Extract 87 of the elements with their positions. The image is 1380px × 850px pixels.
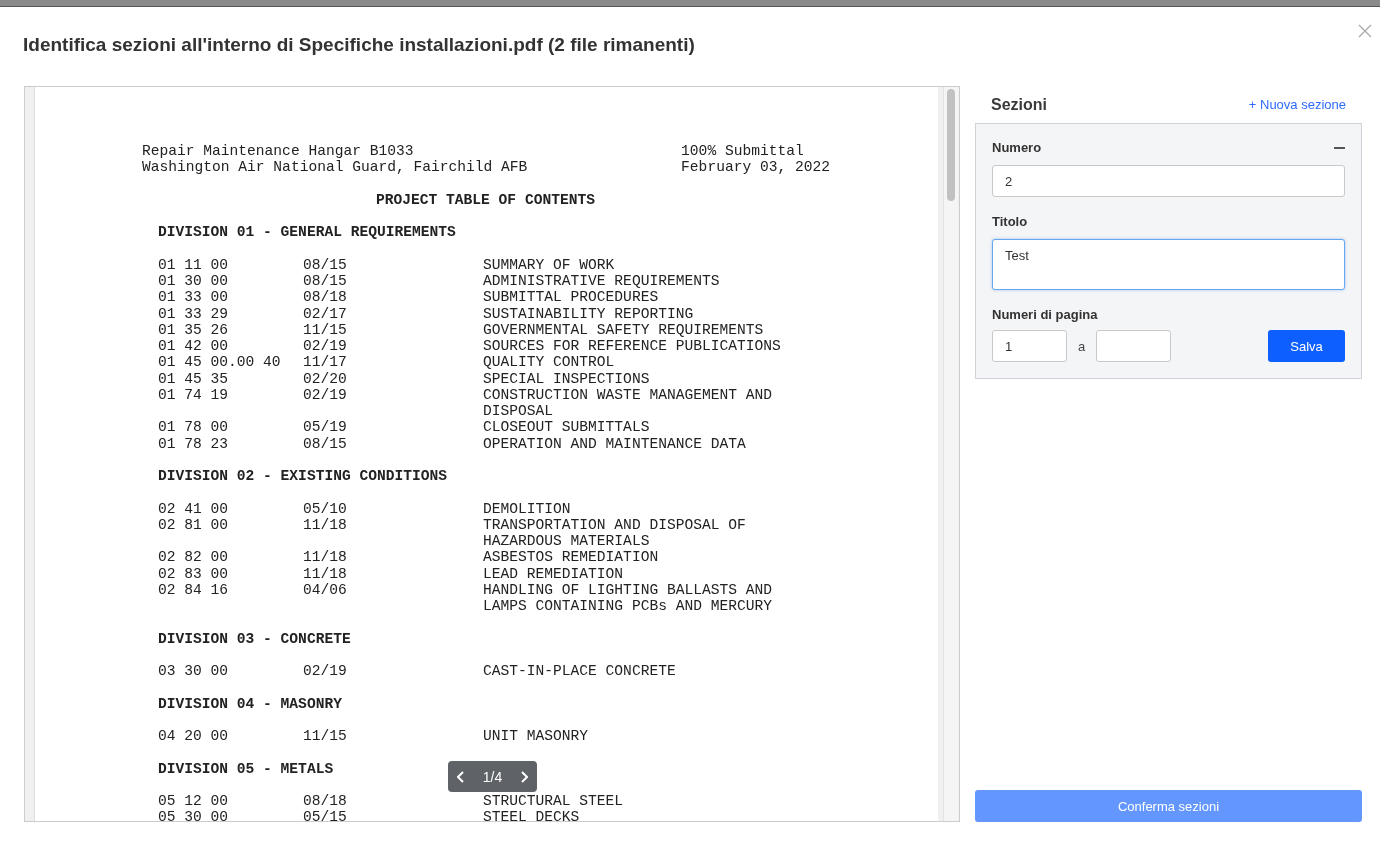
section-date: 08/15: [303, 256, 347, 273]
section-code: 01 45 35: [158, 370, 229, 387]
section-code: 01 74 19: [158, 386, 229, 403]
section-code: 03 30 00: [158, 663, 229, 680]
section-title: SUMMARY OF WORK: [483, 256, 616, 273]
save-button[interactable]: Salva: [1268, 330, 1345, 362]
section-date: 11/18: [303, 549, 347, 566]
section-code: 05 12 00: [158, 793, 229, 810]
section-title: OPERATION AND MAINTENANCE DATA: [483, 435, 747, 452]
section-title: CLOSEOUT SUBMITTALS: [483, 419, 651, 436]
section-title: SPECIAL INSPECTIONS: [483, 370, 651, 387]
section-code: 02 41 00: [158, 500, 229, 517]
document-header-text: 100% Submittal: [681, 143, 804, 160]
document-heading: PROJECT TABLE OF CONTENTS: [376, 191, 595, 208]
section-date: 11/18: [303, 516, 347, 533]
section-date: 11/17: [303, 354, 347, 371]
previous-page-icon[interactable]: [457, 770, 465, 783]
collapse-icon[interactable]: [1334, 146, 1345, 149]
section-title: STRUCTURAL STEEL: [483, 793, 625, 810]
page-from-field[interactable]: 1: [992, 330, 1067, 362]
section-title: CONSTRUCTION WASTE MANAGEMENT AND DISPOSAL: [483, 386, 773, 420]
page-to-field[interactable]: [1096, 330, 1172, 362]
section-title: QUALITY CONTROL: [483, 354, 616, 371]
section-code: 02 84 16: [158, 581, 229, 598]
section-code: 01 45 00.00 40: [158, 354, 281, 371]
field-label: Titolo: [992, 214, 1029, 229]
section-date: 08/15: [303, 273, 347, 290]
section-title: LEAD REMEDIATION: [483, 565, 625, 582]
section-code: 01 35 26: [158, 321, 229, 338]
section-title: SUBMITTAL PROCEDURES: [483, 289, 660, 306]
section-date: 02/19: [303, 338, 347, 355]
section-title: STEEL DECKS: [483, 809, 581, 821]
new-section-link[interactable]: + Nuova sezione: [1248, 97, 1346, 112]
section-code: 02 83 00: [158, 565, 229, 582]
section-date: 11/15: [303, 728, 347, 745]
section-date: 05/10: [303, 500, 347, 517]
next-page-icon[interactable]: [520, 770, 528, 783]
section-title: SUSTAINABILITY REPORTING: [483, 305, 695, 322]
section-code: 01 78 00: [158, 419, 229, 436]
division-heading: DIVISION 04 - MASONRY: [158, 695, 342, 712]
section-date: 11/15: [303, 321, 347, 338]
section-date: 05/19: [303, 419, 347, 436]
section-title: ADMINISTRATIVE REQUIREMENTS: [483, 273, 721, 290]
document-header-text: February 03, 2022: [681, 159, 830, 176]
division-heading: DIVISION 05 - METALS: [158, 760, 334, 777]
division-heading: DIVISION 03 - CONCRETE: [158, 630, 351, 647]
section-title: CAST-IN-PLACE CONCRETE: [483, 663, 677, 680]
section-code: 02 81 00: [158, 516, 229, 533]
field-label: Numero: [992, 140, 1042, 155]
section-date: 11/18: [303, 565, 347, 582]
section-date: 05/15: [303, 809, 347, 821]
section-date: 02/19: [303, 663, 347, 680]
section-date: 08/18: [303, 793, 347, 810]
section-code: 01 78 23: [158, 435, 229, 452]
title-field[interactable]: Test: [992, 239, 1345, 290]
section-date: 02/20: [303, 370, 347, 387]
division-heading: DIVISION 01 - GENERAL REQUIREMENTS: [158, 224, 456, 241]
page-indicator: 1/4: [482, 768, 503, 785]
section-date: 02/19: [303, 386, 347, 403]
section-code: 02 82 00: [158, 549, 229, 566]
section-title: DEMOLITION: [483, 500, 572, 517]
section-title: ASBESTOS REMEDIATION: [483, 549, 660, 566]
section-code: 01 30 00: [158, 273, 229, 290]
section-title: HANDLING OF LIGHTING BALLASTS AND LAMPS CONTAINING PCBs AND MERCURY: [483, 581, 773, 615]
section-code: 01 42 00: [158, 338, 229, 355]
section-code: 01 33 00: [158, 289, 229, 306]
section-code: 05 30 00: [158, 809, 229, 821]
scrollbar[interactable]: [943, 87, 958, 821]
section-date: 08/15: [303, 435, 347, 452]
section-title: SOURCES FOR REFERENCE PUBLICATIONS: [483, 338, 782, 355]
dialog-title: Identifica sezioni all'interno di Specifiche installazioni.pdf (2 file rimanenti): [23, 33, 695, 56]
range-separator: a: [1078, 338, 1086, 354]
section-date: 02/17: [303, 305, 347, 322]
section-code: 04 20 00: [158, 728, 229, 745]
field-label: Numeri di pagina: [992, 307, 1099, 322]
panel-title: Sezioni: [991, 95, 1047, 114]
section-code: 01 11 00: [158, 256, 229, 273]
section-code: 01 33 29: [158, 305, 229, 322]
section-title: GOVERNMENTAL SAFETY REQUIREMENTS: [483, 321, 765, 338]
document-header-text: Repair Maintenance Hangar B1033: [142, 143, 415, 160]
section-title: TRANSPORTATION AND DISPOSAL OF HAZARDOUS MATERIALS: [483, 516, 747, 550]
section-title: UNIT MASONRY: [483, 728, 590, 745]
number-field[interactable]: 2: [992, 165, 1345, 197]
section-date: 04/06: [303, 581, 347, 598]
document-header-text: Washington Air National Guard, Fairchild AFB: [142, 159, 528, 176]
section-date: 08/18: [303, 289, 347, 306]
division-heading: DIVISION 02 - EXISTING CONDITIONS: [158, 468, 447, 485]
